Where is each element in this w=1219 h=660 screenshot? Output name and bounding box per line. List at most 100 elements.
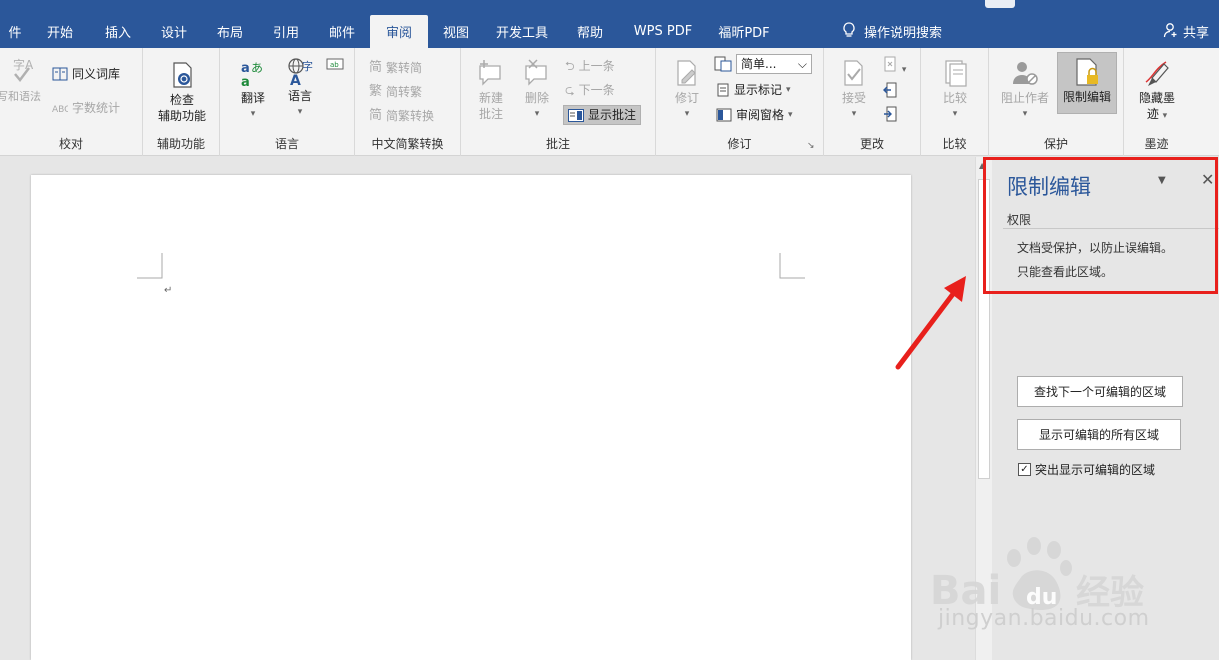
group-label-chinese-conversion: 中文简繁转换 (371, 137, 444, 151)
tab-5[interactable]: 引用 (258, 15, 314, 48)
traditional-to-simplified-button[interactable]: 简 繁转简 (369, 60, 422, 76)
track-changes-icon (677, 60, 696, 86)
ink-pen-icon (1145, 61, 1169, 86)
svg-text:字A: 字A (13, 57, 34, 72)
document-page[interactable]: ↵ (31, 175, 911, 660)
svg-text:ABC: ABC (52, 105, 68, 115)
next-comment-button[interactable]: ⮎ 下一条 (565, 82, 615, 98)
previous-comment-button[interactable]: ⮌ 上一条 (565, 58, 615, 74)
chevron-down-icon: ▾ (952, 109, 958, 119)
tab-11[interactable]: WPS PDF (620, 15, 706, 48)
check-accessibility-button[interactable]: 检查 辅助功能 (151, 60, 213, 124)
comment-translate-button[interactable]: ab (326, 58, 344, 76)
delete-comment-icon (525, 59, 547, 86)
new-comment-button[interactable]: 新建 批注 (469, 58, 513, 122)
next-change-button[interactable] (882, 106, 898, 126)
tab-2[interactable]: 插入 (90, 15, 146, 48)
highlight-editable-label: 突出显示可编辑的区域 (1035, 463, 1156, 477)
spelling-grammar-button[interactable]: 字A 拼写和语法 (0, 56, 48, 105)
block-authors-icon (1013, 62, 1038, 85)
share-button[interactable]: 共享 (1163, 15, 1209, 48)
watermark-url: jingyan.baidu.com (938, 606, 1150, 631)
group-label-language: 语言 (274, 137, 299, 151)
group-changes: 接受 ▾ ▾ 更改 (824, 48, 921, 156)
compare-button[interactable]: 比较 ▾ (935, 58, 975, 122)
group-tracking: 修订 ▾ 简单... ⌵ 显示标记 ▾ 审阅窗格 ▾ ↘ 修订 (656, 48, 824, 156)
group-label-protect: 保护 (1043, 137, 1068, 151)
find-next-editable-button[interactable]: 查找下一个可编辑的区域 (1017, 376, 1183, 407)
show-comments-button[interactable]: 显示批注 (563, 105, 642, 125)
chevron-down-icon: ▾ (684, 109, 690, 119)
svg-text:字: 字 (302, 59, 313, 73)
block-authors-button[interactable]: 阻止作者 ▾ (995, 58, 1055, 122)
svg-text:A: A (290, 73, 301, 86)
tell-me-search[interactable]: 操作说明搜索 (842, 15, 942, 48)
restrict-editing-button[interactable]: 限制编辑 (1057, 52, 1117, 114)
language-button[interactable]: A字 语言 ▾ (278, 56, 322, 120)
tab-3[interactable]: 设计 (146, 15, 202, 48)
book-icon (52, 67, 68, 81)
chevron-down-icon: ▾ (1162, 111, 1168, 121)
simplified-to-traditional-button[interactable]: 繁 简转繁 (369, 84, 422, 100)
chevron-down-icon: ▾ (788, 110, 793, 120)
reviewing-pane-button[interactable]: 审阅窗格 ▾ (716, 107, 793, 123)
group-label-tracking: 修订 (727, 137, 752, 151)
crop-mark-right (779, 253, 805, 279)
document-icon (717, 83, 729, 97)
tab-4[interactable]: 布局 (202, 15, 258, 48)
tab-0[interactable]: 件 (0, 15, 30, 48)
crop-mark-left (137, 253, 163, 279)
markup-select[interactable]: 简单... ⌵ (736, 54, 812, 74)
svg-text:a: a (241, 61, 250, 76)
svg-text:ab: ab (330, 61, 339, 69)
accept-button[interactable]: 接受 ▾ (834, 58, 874, 122)
tab-7[interactable]: 审阅 (370, 15, 428, 48)
tab-12[interactable]: 福昕PDF (706, 15, 782, 48)
simplified-icon: 简 (369, 60, 383, 75)
previous-change-button[interactable] (882, 82, 898, 102)
lightbulb-icon (842, 21, 856, 42)
window-button[interactable] (985, 0, 1015, 8)
annotation-arrow-icon (895, 276, 966, 370)
tab-6[interactable]: 邮件 (314, 15, 370, 48)
group-label-comments: 批注 (545, 137, 570, 151)
show-comments-icon (568, 108, 584, 122)
group-comments: 新建 批注 删除 ▾ ⮌ 上一条 ⮎ 下一条 显示批注 批注 (461, 48, 656, 156)
track-changes-button[interactable]: 修订 ▾ (668, 58, 706, 122)
share-label: 共享 (1182, 26, 1209, 41)
compare-icon (945, 60, 967, 87)
word-count-button[interactable]: ABC 字数统计 (52, 100, 120, 116)
hide-ink-button[interactable]: 隐藏墨 迹 ▾ (1132, 58, 1182, 124)
tab-8[interactable]: 视图 (428, 15, 484, 48)
title-bar: 件开始 插入 设计 布局 引用 邮件 审阅 视图 开发工具 帮助 WPS PDF 福昕PDF 操作说明… (0, 0, 1219, 48)
group-compare: 比较 ▾ 比较 (921, 48, 989, 156)
chevron-down-icon: ▾ (297, 107, 303, 117)
tab-9[interactable]: 开发工具 (484, 15, 560, 48)
tab-10[interactable]: 帮助 (560, 15, 620, 48)
group-protect: 阻止作者 ▾ 限制编辑 保护 (989, 48, 1124, 156)
checkbox-checked-icon[interactable]: ✓ (1018, 463, 1031, 476)
group-label-proofing: 校对 (58, 137, 83, 151)
ribbon-tabs: 件开始 插入 设计 布局 引用 邮件 审阅 视图 开发工具 帮助 WPS PDF 福昕PDF (0, 15, 782, 48)
annotation-highlight-box (983, 157, 1218, 294)
paragraph-mark-icon: ↵ (164, 285, 173, 296)
tab-1[interactable]: 开始 (30, 15, 90, 48)
document-area: ↵ (0, 157, 975, 660)
thesaurus-button[interactable]: 同义词库 (52, 66, 120, 82)
delete-comment-button[interactable]: 删除 ▾ (517, 58, 557, 122)
chevron-down-icon: ▾ (1022, 109, 1028, 119)
show-markup-button[interactable]: 显示标记 ▾ (716, 82, 791, 98)
chinese-convert-button[interactable]: 简 简繁转换 (369, 108, 434, 124)
reviewing-pane-icon (716, 108, 732, 122)
chat-icon: ab (326, 58, 344, 70)
tell-me-label: 操作说明搜索 (864, 26, 943, 41)
reject-button[interactable]: ▾ (882, 56, 906, 78)
highlight-editable-checkbox[interactable]: ✓ 突出显示可编辑的区域 (1018, 461, 1155, 478)
group-proofing: 字A 拼写和语法 同义词库 ABC 字数统计 校对 (0, 48, 143, 156)
markup-icon (714, 56, 732, 72)
previous-change-icon (883, 82, 897, 98)
show-all-editable-button[interactable]: 显示可编辑的所有区域 (1017, 419, 1181, 450)
display-for-review-dropdown[interactable]: 简单... ⌵ (714, 54, 812, 74)
translate-button[interactable]: aあa 翻译 ▾ (232, 58, 274, 122)
spellcheck-icon: 字A (13, 57, 34, 83)
